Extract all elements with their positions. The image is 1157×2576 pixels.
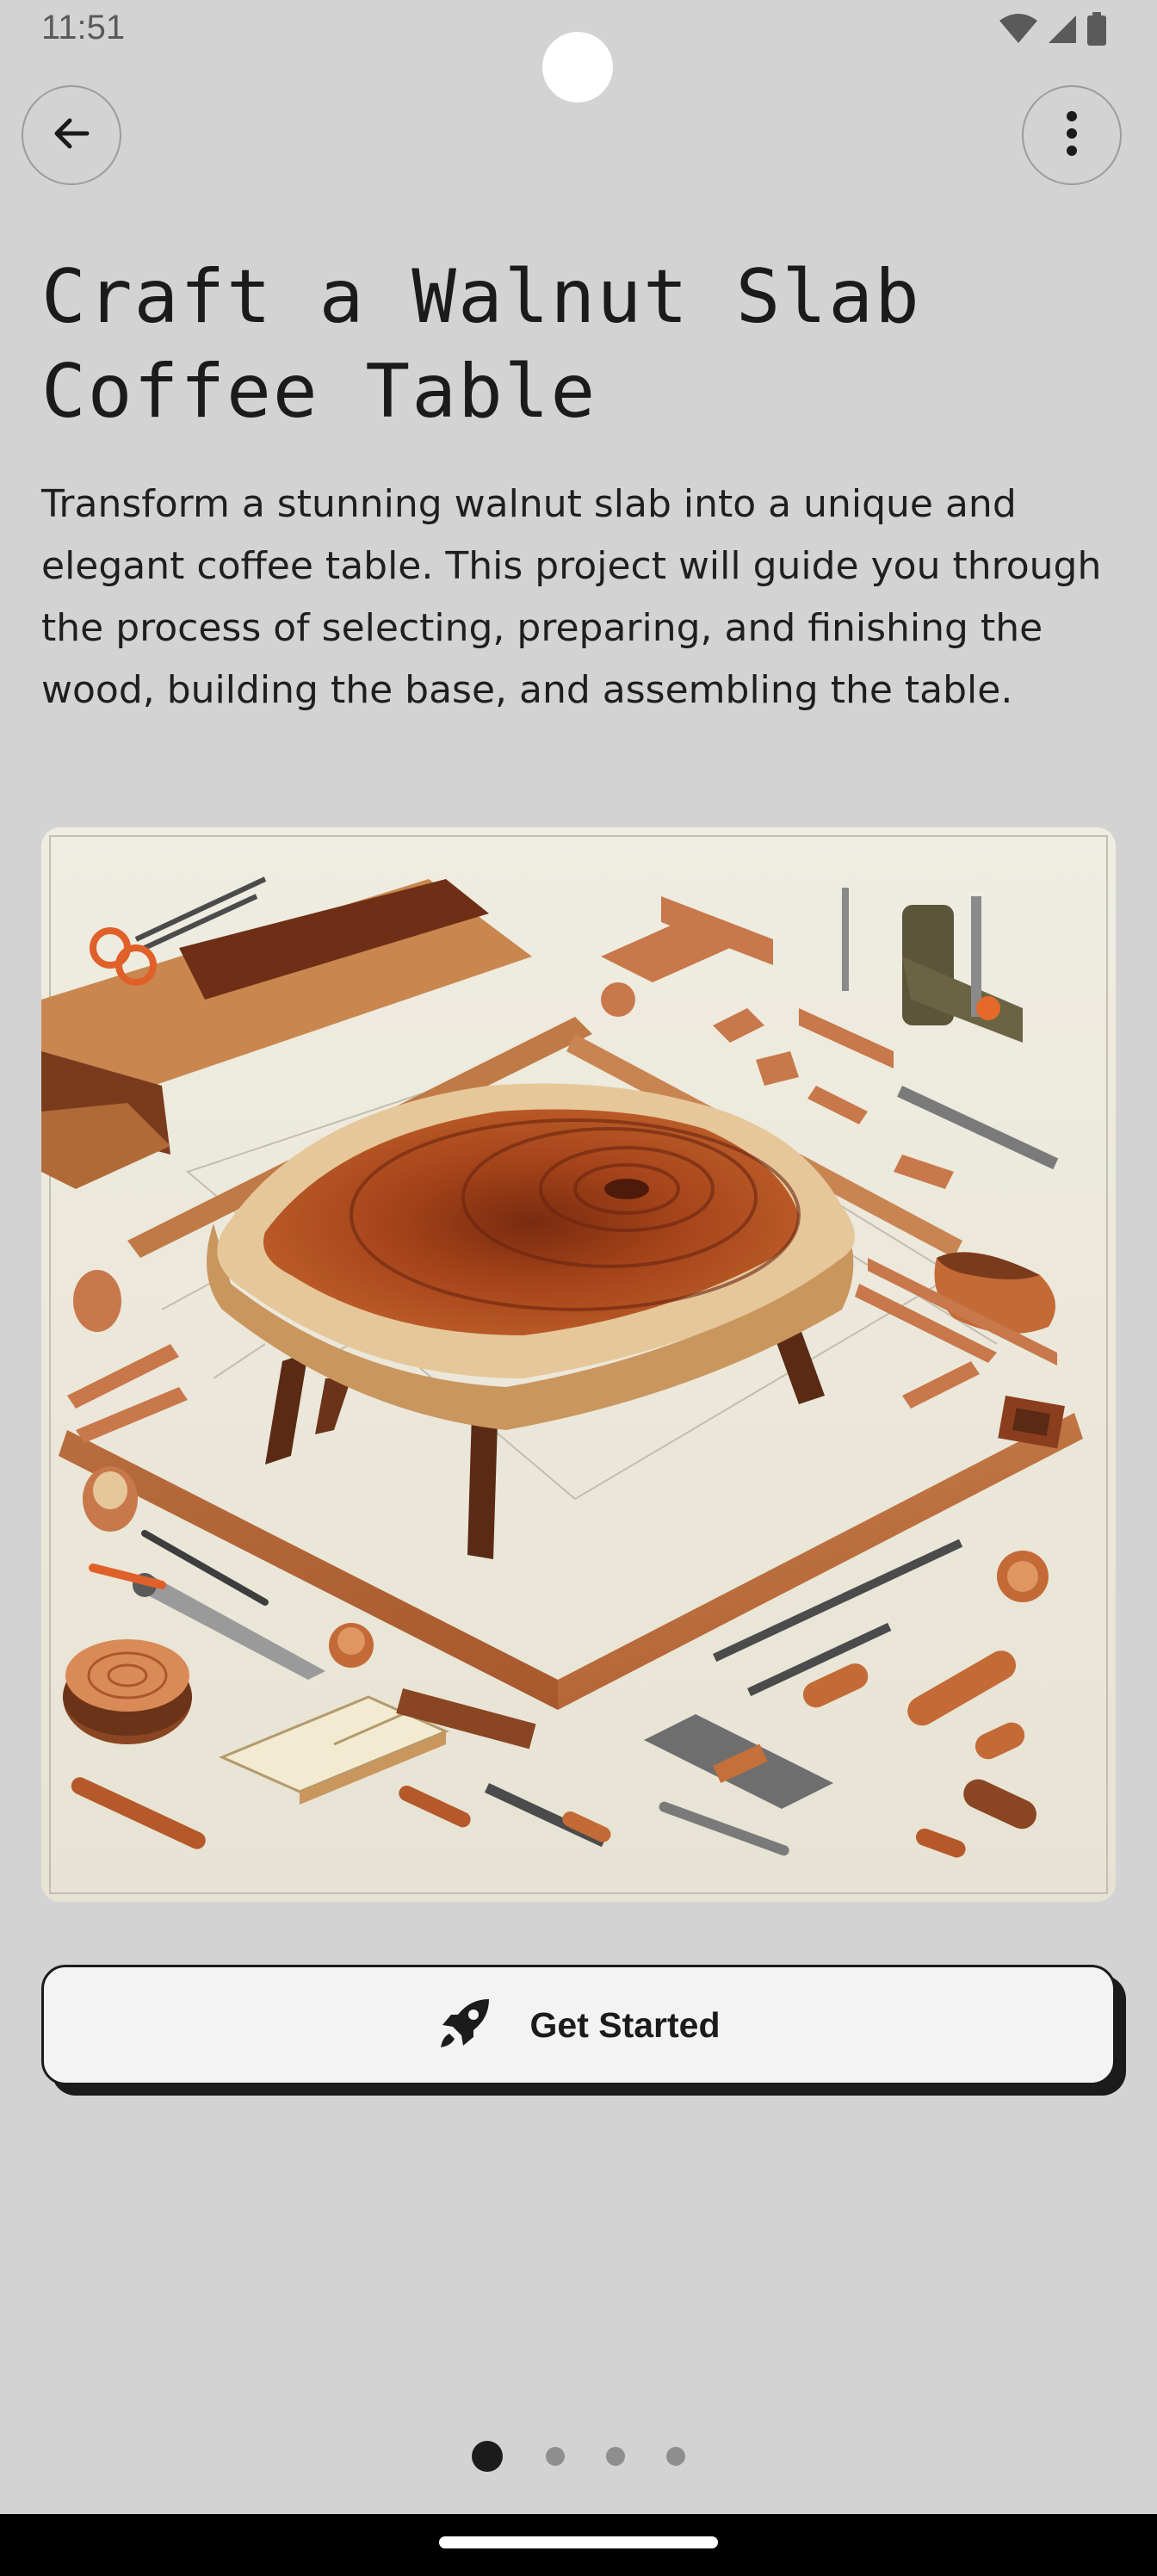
camera-cutout bbox=[542, 32, 613, 102]
page-dot-3[interactable] bbox=[606, 2447, 625, 2466]
wifi-icon bbox=[999, 14, 1038, 48]
get-started-button[interactable]: Get Started bbox=[41, 1965, 1116, 2085]
page-title: Craft a Walnut Slab Coffee Table bbox=[41, 254, 921, 435]
page-indicator bbox=[0, 2441, 1157, 2472]
page-dot-4[interactable] bbox=[666, 2447, 685, 2466]
hero-image bbox=[41, 827, 1116, 1902]
more-vertical-icon bbox=[1063, 109, 1080, 161]
system-navigation-bar bbox=[0, 2514, 1157, 2576]
app-screen: 11:51 Craft a Walnut Slab Coffee Table T… bbox=[0, 0, 1157, 2576]
signal-icon bbox=[1047, 14, 1078, 48]
page-dot-1[interactable] bbox=[472, 2441, 503, 2472]
rocket-icon bbox=[437, 1996, 492, 2054]
project-description: Transform a stunning walnut slab into a … bbox=[41, 482, 1102, 712]
home-gesture-handle[interactable] bbox=[439, 2536, 718, 2548]
walnut-table-illustration bbox=[41, 827, 1116, 1902]
arrow-left-icon bbox=[49, 111, 94, 159]
get-started-label: Get Started bbox=[529, 2004, 721, 2045]
back-button[interactable] bbox=[22, 85, 121, 185]
more-options-button[interactable] bbox=[1022, 85, 1122, 185]
page-dot-2[interactable] bbox=[546, 2447, 565, 2466]
status-icons bbox=[999, 12, 1107, 50]
status-time: 11:51 bbox=[41, 9, 126, 46]
battery-icon bbox=[1086, 12, 1107, 50]
status-bar: 11:51 bbox=[0, 0, 1157, 102]
